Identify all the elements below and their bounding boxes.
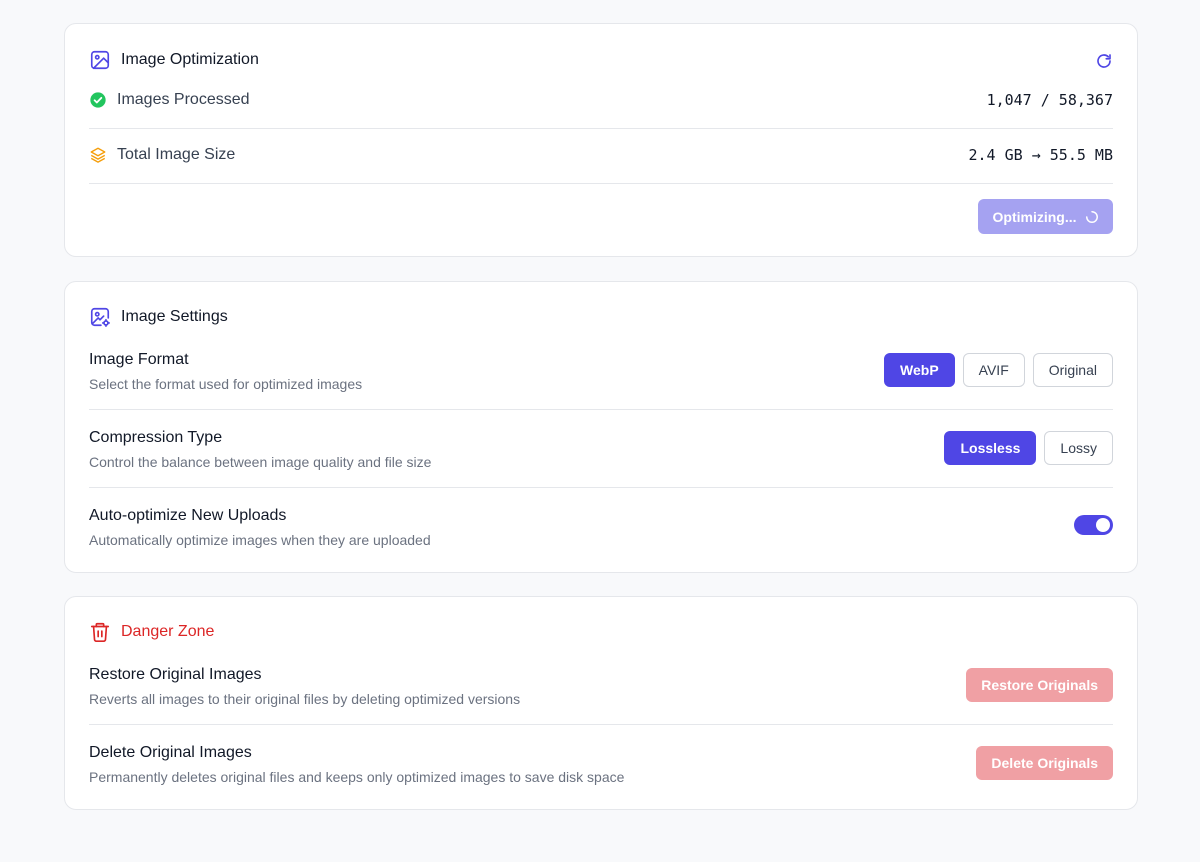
auto-optimize-toggle[interactable] <box>1074 515 1113 535</box>
compression-options: Lossless Lossy <box>944 431 1113 465</box>
danger-zone-card: Danger Zone Restore Original Images Reve… <box>64 596 1138 810</box>
setting-description: Reverts all images to their original fil… <box>89 691 521 707</box>
image-optimization-header: Image Optimization <box>89 49 259 71</box>
compression-lossless-button[interactable]: Lossless <box>944 431 1037 465</box>
delete-originals-button[interactable]: Delete Originals <box>976 746 1113 780</box>
image-settings-card: Image Settings Image Format Select the f… <box>64 281 1138 573</box>
toggle-knob <box>1096 518 1110 532</box>
check-circle-icon <box>89 91 107 109</box>
divider <box>89 724 1113 725</box>
image-format-setting: Image Format Select the format used for … <box>89 351 1113 392</box>
danger-zone-header: Danger Zone <box>89 621 214 643</box>
stat-label: Total Image Size <box>117 146 236 163</box>
delete-originals-setting: Delete Original Images Permanently delet… <box>89 744 1113 785</box>
stat-value: 1,047 / 58,367 <box>986 91 1113 109</box>
card-title: Image Optimization <box>121 51 259 68</box>
setting-title: Auto-optimize New Uploads <box>89 507 287 524</box>
divider <box>89 487 1113 488</box>
stat-label: Images Processed <box>117 91 250 108</box>
format-options: WebP AVIF Original <box>884 353 1113 387</box>
compression-lossy-button[interactable]: Lossy <box>1044 431 1113 465</box>
divider <box>89 183 1113 184</box>
optimizing-button[interactable]: Optimizing... <box>978 199 1113 234</box>
spinner-icon <box>1085 210 1099 224</box>
stat-value: 2.4 GB → 55.5 MB <box>968 146 1114 164</box>
layers-icon <box>89 146 107 164</box>
divider <box>89 128 1113 129</box>
trash-icon <box>89 621 111 643</box>
auto-optimize-setting: Auto-optimize New Uploads Automatically … <box>89 507 1113 548</box>
image-settings-icon <box>89 306 111 328</box>
image-optimization-card: Image Optimization Images Processed 1,04… <box>64 23 1138 257</box>
compression-type-setting: Compression Type Control the balance bet… <box>89 429 1113 470</box>
image-icon <box>89 49 111 71</box>
total-image-size-row: Total Image Size 2.4 GB → 55.5 MB <box>89 146 1113 166</box>
setting-title: Restore Original Images <box>89 666 262 683</box>
restore-originals-setting: Restore Original Images Reverts all imag… <box>89 666 1113 707</box>
image-settings-header: Image Settings <box>89 306 228 328</box>
divider <box>89 409 1113 410</box>
format-webp-button[interactable]: WebP <box>884 353 955 387</box>
refresh-icon[interactable] <box>1095 52 1113 70</box>
card-title: Danger Zone <box>121 623 215 640</box>
images-processed-row: Images Processed 1,047 / 58,367 <box>89 91 1113 111</box>
setting-title: Delete Original Images <box>89 744 252 761</box>
setting-description: Permanently deletes original files and k… <box>89 769 625 785</box>
restore-originals-button[interactable]: Restore Originals <box>966 668 1113 702</box>
card-title: Image Settings <box>121 308 228 325</box>
format-avif-button[interactable]: AVIF <box>962 353 1025 387</box>
setting-description: Automatically optimize images when they … <box>89 532 431 548</box>
format-original-button[interactable]: Original <box>1032 353 1113 387</box>
